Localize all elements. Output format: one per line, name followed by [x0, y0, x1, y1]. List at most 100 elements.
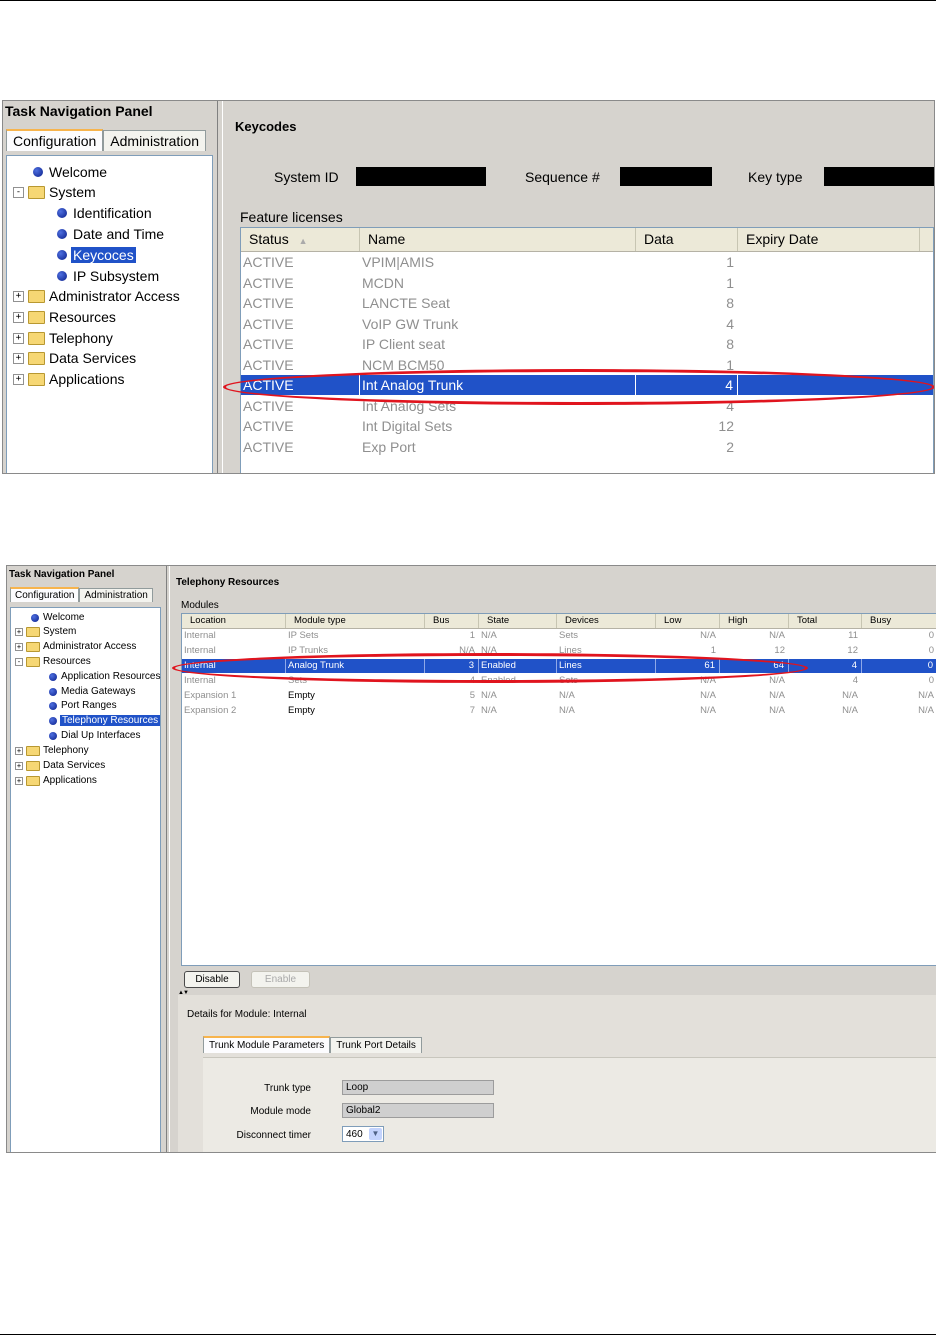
cell-name: Exp Port — [362, 438, 416, 455]
tree-item-date-time[interactable]: Date and Time — [57, 226, 164, 242]
table-row[interactable]: Internal Analog Trunk 3 Enabled Lines 61 64 4 0 — [182, 659, 936, 673]
tree-item-system[interactable]: + System — [15, 626, 76, 637]
tab-administration[interactable]: Administration — [79, 588, 153, 602]
table-row[interactable]: ACTIVE VoIP GW Trunk 4 — [241, 314, 933, 334]
tree-item-administrator-access[interactable]: + Administrator Access — [13, 288, 180, 304]
folder-icon — [28, 351, 45, 365]
folder-icon — [28, 310, 45, 324]
column-header-expiry[interactable]: Expiry Date — [738, 228, 920, 251]
table-row[interactable]: ACTIVE Int Analog Sets 4 — [241, 396, 933, 416]
tree-item-system[interactable]: - System — [13, 184, 96, 200]
expand-icon[interactable]: + — [13, 290, 24, 302]
cell-data: 1 — [726, 254, 734, 270]
tab-trunk-module-parameters[interactable]: Trunk Module Parameters — [203, 1036, 331, 1053]
tab-configuration[interactable]: Configuration — [6, 129, 104, 151]
cell-expiry — [738, 396, 920, 416]
panel-title: Task Navigation Panel — [5, 103, 153, 119]
expand-icon[interactable]: + — [15, 776, 23, 785]
table-row[interactable]: ACTIVE IP Client seat 8 — [241, 334, 933, 354]
tree-item-media-gateways[interactable]: Media Gateways — [49, 686, 135, 697]
tab-trunk-port-details[interactable]: Trunk Port Details — [330, 1037, 422, 1053]
column-header-total[interactable]: Total — [789, 614, 862, 628]
expand-icon[interactable]: + — [13, 332, 24, 344]
expand-icon[interactable]: + — [15, 627, 23, 636]
collapse-icon[interactable]: - — [15, 657, 23, 666]
expand-icon[interactable]: + — [13, 311, 24, 323]
table-row[interactable]: ACTIVE Int Digital Sets 12 — [241, 416, 933, 436]
tree-item-port-ranges[interactable]: Port Ranges — [49, 700, 117, 711]
column-header-name[interactable]: Name — [360, 228, 636, 251]
expand-icon[interactable]: + — [15, 746, 23, 755]
column-header-bus[interactable]: Bus — [425, 614, 479, 628]
table-row[interactable]: Internal IP Trunks N/A N/A Lines 1 12 12 0 — [182, 644, 936, 658]
tree-item-data-services[interactable]: + Data Services — [13, 350, 136, 366]
table-row[interactable]: ACTIVE NCM BCM50 1 — [241, 355, 933, 375]
panel-title: Task Navigation Panel — [9, 569, 115, 580]
disable-button[interactable]: Disable — [184, 971, 240, 988]
tree-item-identification[interactable]: Identification — [57, 205, 152, 221]
tree-item-welcome[interactable]: Welcome — [31, 612, 85, 623]
expand-icon[interactable]: + — [13, 373, 24, 385]
cell-expiry — [738, 355, 920, 375]
column-header-state[interactable]: State — [479, 614, 557, 628]
tab-configuration[interactable]: Configuration — [10, 587, 80, 602]
tree-item-welcome[interactable]: Welcome — [33, 164, 107, 180]
expand-icon[interactable]: + — [15, 761, 23, 770]
system-id-label: System ID — [274, 169, 339, 185]
expand-icon[interactable]: + — [13, 352, 24, 364]
column-header-location[interactable]: Location — [182, 614, 286, 628]
tree-item-resources[interactable]: + Resources — [13, 309, 116, 325]
tree-item-telephony[interactable]: + Telephony — [13, 330, 113, 346]
tree-item-data-services[interactable]: + Data Services — [15, 760, 105, 771]
column-header-devices[interactable]: Devices — [557, 614, 656, 628]
modules-label: Modules — [181, 600, 219, 611]
tree-item-resources[interactable]: - Resources — [15, 656, 91, 667]
table-row[interactable]: ACTIVE LANCTE Seat 8 — [241, 293, 933, 313]
enable-button: Enable — [251, 971, 310, 988]
column-header-data[interactable]: Data — [636, 228, 738, 251]
cell-status: ACTIVE — [243, 438, 294, 455]
cell-high: N/A — [769, 675, 785, 686]
column-header-module-type[interactable]: Module type — [286, 614, 425, 628]
tree-item-ip-subsystem[interactable]: IP Subsystem — [57, 268, 159, 284]
tree-item-applications[interactable]: + Applications — [15, 775, 97, 786]
cell-state: Enabled — [481, 675, 516, 686]
column-header-high[interactable]: High — [720, 614, 789, 628]
table-row[interactable]: Expansion 1 Empty 5 N/A N/A N/A N/A N/A N/A — [182, 689, 936, 703]
tree-item-dial-up-interfaces[interactable]: Dial Up Interfaces — [49, 730, 140, 741]
tree-item-administrator-access[interactable]: + Administrator Access — [15, 641, 136, 652]
table-row[interactable]: ACTIVE Exp Port 2 — [241, 437, 933, 457]
cell-location: Internal — [184, 645, 216, 656]
cell-devices: N/A — [559, 690, 575, 701]
table-row[interactable]: ACTIVE MCDN 1 — [241, 273, 933, 293]
cell-busy: 0 — [928, 630, 934, 641]
cell-data: 4 — [636, 375, 738, 395]
tree-item-telephony[interactable]: + Telephony — [15, 745, 89, 756]
cell-location: Expansion 2 — [184, 705, 237, 716]
tree-item-telephony-resources[interactable]: Telephony Resources — [49, 715, 161, 726]
table-row[interactable]: Internal IP Sets 1 N/A Sets N/A N/A 11 0 — [182, 629, 936, 643]
collapse-icon[interactable]: - — [13, 186, 24, 198]
cell-low: 1 — [710, 645, 716, 656]
chevron-down-icon[interactable]: ▼ — [369, 1128, 382, 1140]
column-header-status[interactable]: Status ▲ — [241, 228, 360, 251]
cell-status: ACTIVE — [243, 356, 294, 373]
column-header-low[interactable]: Low — [656, 614, 720, 628]
tab-administration[interactable]: Administration — [103, 130, 206, 151]
folder-icon — [28, 289, 45, 303]
table-row[interactable]: ACTIVE Int Analog Trunk 4 — [241, 375, 933, 395]
module-mode-field: Global2 — [342, 1103, 494, 1118]
column-header-busy[interactable]: Busy — [862, 614, 936, 628]
tree-item-application-resources[interactable]: Application Resources — [49, 671, 161, 682]
cell-name: NCM BCM50 — [362, 356, 445, 373]
folder-icon — [26, 745, 40, 756]
bullet-icon — [57, 271, 67, 281]
expand-icon[interactable]: + — [15, 642, 23, 651]
sequence-label: Sequence # — [525, 169, 600, 185]
tree-item-applications[interactable]: + Applications — [13, 371, 125, 387]
table-row[interactable]: Expansion 2 Empty 7 N/A N/A N/A N/A N/A N/A — [182, 704, 936, 718]
table-row[interactable]: Internal Sets 4 Enabled Sets N/A N/A 4 0 — [182, 674, 936, 688]
disconnect-timer-select[interactable]: 460 ▼ — [342, 1126, 384, 1142]
table-row[interactable]: ACTIVE VPIM|AMIS 1 — [241, 252, 933, 272]
tree-item-keycodes[interactable]: Keycoces — [57, 247, 136, 263]
